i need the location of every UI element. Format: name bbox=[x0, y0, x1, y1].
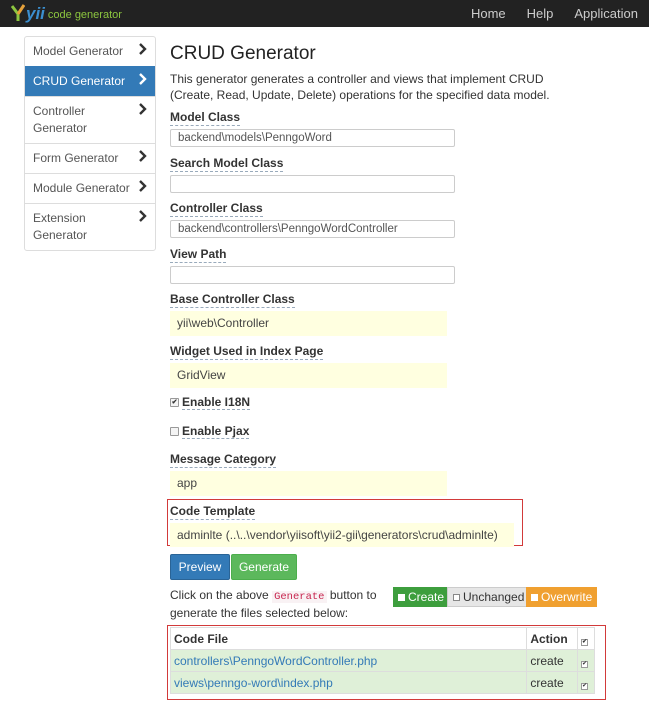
sidebar-item-label: Controller Generator bbox=[33, 104, 88, 135]
sidebar-item-model-generator[interactable]: Model Generator bbox=[25, 37, 155, 66]
select-all-cell: ✔ bbox=[577, 627, 595, 650]
yii-logo[interactable]: yii code generator bbox=[11, 3, 122, 23]
code-file-header: Code File bbox=[169, 627, 528, 650]
legend-checkbox-icon bbox=[531, 593, 538, 601]
select-cell: ✔ bbox=[577, 671, 595, 694]
table-row: views\penngo-word\index.php create ✔ bbox=[169, 671, 595, 694]
logo-text: yii bbox=[26, 3, 45, 23]
table-header-row: Code File Action ✔ bbox=[169, 627, 595, 650]
file-link[interactable]: views\penngo-word\index.php bbox=[174, 676, 333, 690]
logo-subtitle: code generator bbox=[47, 8, 122, 21]
enable-pjax-checkbox[interactable]: Enable Pjax bbox=[170, 424, 250, 439]
chevron-right-icon bbox=[139, 73, 147, 85]
code-template-value[interactable]: adminlte (..\..\vendor\yiisoft\yii2-gii\… bbox=[170, 523, 514, 547]
sidebar-item-label: CRUD Generator bbox=[33, 74, 126, 88]
main-content: CRUD Generator This generator generates … bbox=[170, 42, 630, 103]
chevron-right-icon bbox=[139, 103, 147, 115]
checkbox-checked-icon: ✔ bbox=[170, 398, 179, 407]
select-cell: ✔ bbox=[577, 649, 595, 672]
row-checkbox[interactable]: ✔ bbox=[581, 682, 589, 690]
chevron-right-icon bbox=[139, 210, 147, 222]
legend-overwrite[interactable]: Overwrite bbox=[526, 587, 598, 607]
file-link[interactable]: controllers\PenngoWordController.php bbox=[174, 654, 377, 668]
action-header: Action bbox=[526, 627, 579, 650]
code-template-label: Code Template bbox=[170, 504, 256, 520]
message-category-value[interactable]: app bbox=[170, 471, 447, 496]
legend-create-label: Create bbox=[408, 590, 445, 604]
sidebar-item-label: Form Generator bbox=[33, 151, 119, 165]
legend-unchanged[interactable]: Unchanged bbox=[447, 587, 531, 607]
enable-i18n-checkbox[interactable]: ✔ Enable I18N bbox=[170, 395, 251, 410]
nav-home-link[interactable]: Home bbox=[461, 0, 517, 27]
search-model-class-label: Search Model Class bbox=[170, 156, 284, 172]
model-class-label: Model Class bbox=[170, 110, 241, 126]
table-row: controllers\PenngoWordController.php cre… bbox=[169, 649, 595, 672]
generate-instructions: Click on the above Generate button to ge… bbox=[170, 587, 400, 621]
enable-pjax-label: Enable Pjax bbox=[182, 424, 250, 439]
base-controller-class-value[interactable]: yii\web\Controller bbox=[170, 311, 447, 336]
sidebar-item-extension-generator[interactable]: Extension Generator bbox=[25, 203, 155, 250]
instructions-code: Generate bbox=[272, 591, 327, 603]
generate-button[interactable]: Generate bbox=[231, 554, 297, 580]
main-nav: Home Help Application bbox=[461, 0, 649, 27]
nav-help-link[interactable]: Help bbox=[517, 0, 565, 27]
legend-create[interactable]: Create bbox=[393, 587, 450, 607]
controller-class-input[interactable] bbox=[170, 220, 455, 238]
page-title: CRUD Generator bbox=[170, 43, 316, 64]
view-path-label: View Path bbox=[170, 247, 227, 263]
search-model-class-input[interactable] bbox=[170, 175, 455, 193]
legend-checkbox-icon bbox=[398, 593, 405, 601]
sidebar-item-label: Extension Generator bbox=[33, 211, 88, 242]
page-description: This generator generates a controller an… bbox=[170, 72, 550, 102]
legend-checkbox-icon bbox=[453, 593, 460, 601]
chevron-right-icon bbox=[139, 150, 147, 162]
instructions-before: Click on the above bbox=[170, 588, 269, 602]
row-checkbox[interactable]: ✔ bbox=[581, 660, 589, 668]
sidebar-item-label: Module Generator bbox=[33, 181, 130, 195]
action-cell: create bbox=[526, 671, 579, 694]
action-cell: create bbox=[526, 649, 579, 672]
top-navbar: yii code generator Home Help Application bbox=[0, 0, 649, 27]
preview-button[interactable]: Preview bbox=[170, 554, 230, 580]
message-category-label: Message Category bbox=[170, 452, 277, 468]
legend-overwrite-label: Overwrite bbox=[541, 590, 593, 604]
model-class-input[interactable] bbox=[170, 129, 455, 147]
generator-sidebar: Model Generator CRUD Generator Controlle… bbox=[24, 36, 156, 251]
yii-leaf-icon bbox=[11, 4, 25, 21]
select-all-checkbox[interactable]: ✔ bbox=[581, 638, 589, 646]
files-table: Code File Action ✔ controllers\PenngoWor… bbox=[169, 627, 595, 694]
sidebar-item-form-generator[interactable]: Form Generator bbox=[25, 143, 155, 173]
base-controller-class-label: Base Controller Class bbox=[170, 292, 295, 308]
sidebar-item-controller-generator[interactable]: Controller Generator bbox=[25, 96, 155, 143]
sidebar-item-module-generator[interactable]: Module Generator bbox=[25, 173, 155, 203]
file-cell: views\penngo-word\index.php bbox=[169, 671, 528, 694]
file-cell: controllers\PenngoWordController.php bbox=[169, 649, 528, 672]
view-path-input[interactable] bbox=[170, 266, 455, 284]
checkbox-unchecked-icon bbox=[170, 427, 179, 436]
widget-index-value[interactable]: GridView bbox=[170, 363, 447, 388]
sidebar-item-crud-generator[interactable]: CRUD Generator bbox=[25, 66, 155, 96]
controller-class-label: Controller Class bbox=[170, 201, 263, 217]
nav-application-link[interactable]: Application bbox=[564, 0, 649, 27]
sidebar-item-label: Model Generator bbox=[33, 44, 124, 58]
chevron-right-icon bbox=[139, 43, 147, 55]
widget-index-label: Widget Used in Index Page bbox=[170, 344, 324, 360]
chevron-right-icon bbox=[139, 180, 147, 192]
legend-unchanged-label: Unchanged bbox=[463, 590, 525, 604]
enable-i18n-label: Enable I18N bbox=[182, 395, 251, 410]
